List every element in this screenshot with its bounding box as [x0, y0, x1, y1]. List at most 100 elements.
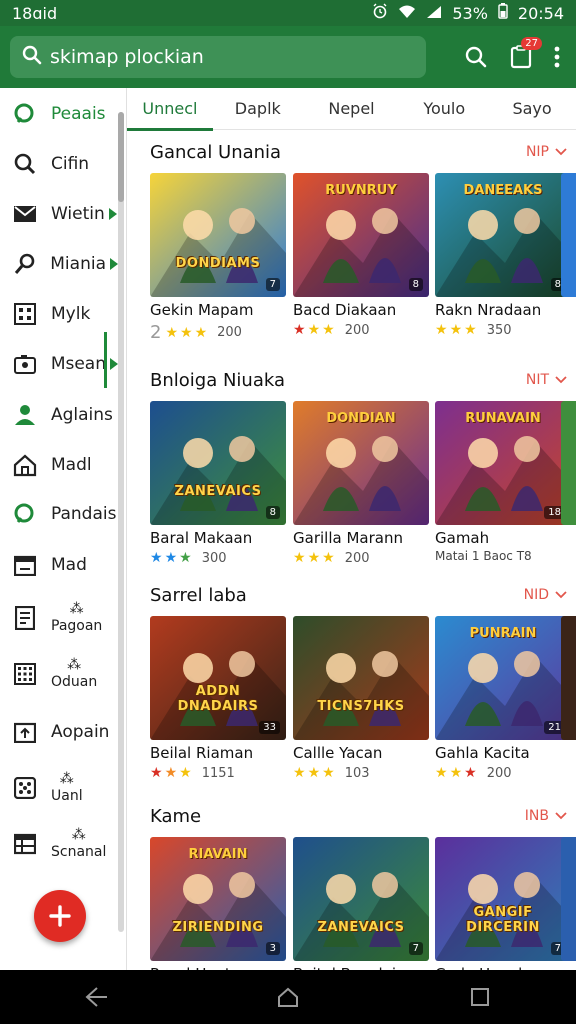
drawer-scroll-thumb[interactable] [118, 112, 124, 202]
game-thumbnail-partial[interactable] [561, 401, 576, 525]
drawer-item-5[interactable]: Msean [0, 340, 118, 388]
section-more-button[interactable]: NID [524, 587, 567, 603]
game-card[interactable]: ZANEVAICS7Baital Baaalaia [293, 837, 429, 970]
game-card[interactable]: RIAVAINZIRIENDING3Rasal Haata [150, 837, 286, 970]
game-card[interactable]: RUNAVAIN 18 Gamah Matai 1 Baoc T8 [435, 401, 571, 563]
overflow-menu-button[interactable] [554, 46, 560, 68]
tab-0[interactable]: Unnecl [127, 88, 213, 131]
drawer-item-glyph: ⁂ [67, 657, 82, 673]
drawer-item-13[interactable]: ⁂ Uanl [0, 764, 118, 812]
recents-button[interactable] [450, 977, 510, 1017]
game-thumbnail[interactable]: ADDN DNADAIRS 33 [150, 616, 286, 740]
drawer-item-14[interactable]: ⁂ Scnanal [0, 820, 118, 868]
game-title: Gahla Kacita [435, 744, 530, 762]
card-meta: ★ ★ ★ 103 [293, 765, 429, 781]
game-thumbnail[interactable]: RUVNRUY 8 [293, 173, 429, 297]
game-title: Gamah [435, 529, 490, 547]
drawer-item-glyph: ⁂ [69, 601, 84, 617]
section-header: Bnloiga Niuaka NIT [150, 365, 570, 395]
game-card[interactable]: ADDN DNADAIRS 33 Beilal Riaman ★ ★ ★ 1151 [150, 616, 286, 781]
game-card[interactable]: DANEEAKS 8 Rakn Nradaan ★ ★ ★ 350 [435, 173, 571, 338]
section-more-label: INB [524, 808, 549, 824]
add-button[interactable] [34, 890, 86, 942]
dice-icon [12, 775, 38, 801]
navigation-drawer: Peaais Cifin Wietin Miania Mylk Msean Aglains M… [0, 88, 127, 970]
chevron-down-icon [555, 812, 567, 820]
game-thumbnail-partial[interactable] [561, 173, 576, 297]
drawer-item-12[interactable]: Aopain [0, 708, 118, 756]
chevron-down-icon [555, 591, 567, 599]
section-more-button[interactable]: NIP [526, 144, 567, 160]
review-count: 300 [201, 550, 227, 566]
game-thumbnail[interactable]: RUNAVAIN 18 [435, 401, 571, 525]
game-thumbnail[interactable]: DONDIAMS 7 [150, 173, 286, 297]
drawer-item-2[interactable]: Wietin [0, 190, 118, 238]
drawer-item-3[interactable]: Miania [0, 240, 118, 288]
game-thumbnail-partial[interactable] [561, 837, 576, 961]
drawer-scrollbar[interactable] [118, 112, 124, 932]
drawer-item-9[interactable]: Mad [0, 541, 118, 589]
section-more-button[interactable]: NIT [526, 372, 567, 388]
game-card[interactable]: TICNS7HKS Callle Yacan ★ ★ ★ 103 [293, 616, 429, 781]
home-button[interactable] [258, 977, 318, 1017]
notification-badge: 27 [521, 37, 542, 50]
game-card[interactable]: RUVNRUY 8 Bacd Diakaan ★ ★ ★ 200 [293, 173, 429, 338]
game-card[interactable]: DONDIAMS 7 Gekin Mapam 2 ★ ★ ★ 200 [150, 173, 286, 343]
game-title: Garilla Marann [293, 529, 403, 547]
game-card[interactable]: DONDIAN Garilla Marann ★ ★ ★ 200 [293, 401, 429, 566]
battery-icon [498, 3, 508, 23]
game-thumbnail[interactable]: ZANEVAICS 8 [150, 401, 286, 525]
game-thumbnail[interactable]: DONDIAN [293, 401, 429, 525]
drawer-label-stack: ⁂ Scnanal [51, 827, 106, 861]
drawer-item-4[interactable]: Mylk [0, 290, 118, 338]
drawer-item-0[interactable]: Peaais [0, 90, 118, 138]
drawer-item-label: Aglains [51, 405, 113, 425]
section-more-button[interactable]: INB [525, 808, 567, 824]
cover-subtitle: ADDN DNADAIRS [177, 684, 259, 714]
game-thumbnail[interactable]: GANGIF DIRCERIN 7 [435, 837, 571, 961]
game-thumbnail[interactable]: RIAVAIN ZIRIENDING 3 [150, 837, 286, 961]
person-icon [12, 402, 38, 428]
tab-3[interactable]: Youlo [400, 88, 488, 130]
game-thumbnail[interactable]: TICNS7HKS [293, 616, 429, 740]
cover-title: RUVNRUY [325, 183, 397, 198]
back-arrow-icon [85, 987, 107, 1007]
star-icon: ★ [179, 550, 192, 566]
back-button[interactable] [66, 977, 126, 1017]
search-icon [12, 151, 38, 177]
table-icon [12, 831, 38, 857]
tab-2[interactable]: Nepel [303, 88, 401, 130]
search-button[interactable] [464, 45, 488, 69]
game-thumbnail-partial[interactable] [561, 616, 576, 740]
cover-title: DANEEAKS [463, 183, 543, 198]
game-thumbnail[interactable]: DANEEAKS 8 [435, 173, 571, 297]
drawer-item-11[interactable]: ⁂ Oduan [0, 650, 118, 698]
section-title: Bnloiga Niuaka [150, 369, 285, 391]
drawer-item-label: Oduan [51, 674, 98, 690]
star-icon: ★ [464, 322, 477, 338]
signal-icon [426, 4, 442, 23]
drawer-item-1[interactable]: Cifin [0, 140, 118, 188]
drawer-item-10[interactable]: ⁂ Pagoan [0, 594, 118, 642]
card-meta: ★ ★ ★ 200 [435, 765, 571, 781]
cover-subtitle: ZANEVAICS [174, 484, 262, 499]
game-card[interactable]: GANGIF DIRCERIN7Carla Hanala [435, 837, 571, 970]
game-thumbnail[interactable]: ZANEVAICS 7 [293, 837, 429, 961]
game-card[interactable]: ZANEVAICS 8 Baral Makaan ★ ★ ★ 300 [150, 401, 286, 566]
expand-arrow-icon [110, 358, 118, 370]
drawer-item-8[interactable]: Pandais [0, 490, 118, 538]
notifications-button[interactable]: 27 [510, 37, 542, 69]
cover-subtitle: ZANEVAICS [317, 920, 405, 935]
drawer-label-stack: ⁂ Pagoan [51, 601, 102, 635]
game-card[interactable]: PUNRAIN 21 Gahla Kacita ★ ★ ★ 200 [435, 616, 571, 781]
game-thumbnail[interactable]: PUNRAIN 21 [435, 616, 571, 740]
drawer-item-label: Aopain [51, 722, 110, 742]
tab-4[interactable]: Sayo [488, 88, 576, 130]
drawer-item-6[interactable]: Aglains [0, 391, 118, 439]
section-header: Gancal Unania NIP [150, 137, 570, 167]
drawer-item-7[interactable]: Madl [0, 441, 118, 489]
search-input[interactable]: skimap plockian [10, 36, 426, 78]
rating-stars: ★ ★ ★ [150, 550, 192, 566]
cover-title: RIAVAIN [188, 847, 248, 862]
tab-1[interactable]: Daplk [213, 88, 303, 130]
